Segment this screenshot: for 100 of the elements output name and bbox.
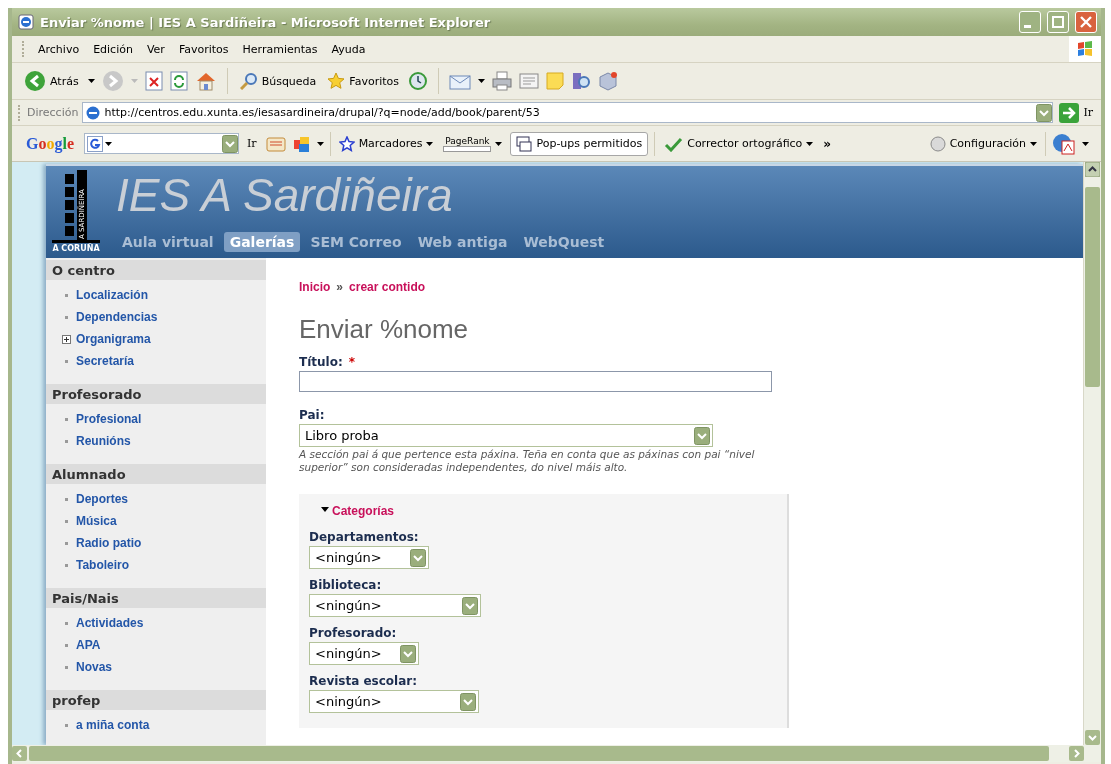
- sidebar-heading: Pais/Nais: [46, 588, 266, 608]
- address-label: Dirección: [27, 106, 79, 119]
- dropdown-caret-icon[interactable]: [1082, 141, 1089, 146]
- menu-item[interactable]: Edición: [86, 40, 140, 58]
- sidebar-link[interactable]: Deportes: [76, 492, 128, 506]
- select-field[interactable]: <ningún>: [309, 594, 481, 617]
- sidebar-link[interactable]: Novas: [76, 660, 113, 674]
- menu-item[interactable]: Favoritos: [171, 40, 236, 58]
- search-button[interactable]: Búsqueda: [237, 70, 319, 92]
- popups-button[interactable]: Pop-ups permitidos: [510, 131, 649, 156]
- bullet-icon: [64, 497, 68, 501]
- sidebar-link[interactable]: Profesional: [76, 412, 142, 426]
- stop-icon[interactable]: [144, 71, 163, 91]
- expand-icon[interactable]: [61, 334, 71, 344]
- field-label: Departamentos:: [309, 530, 420, 544]
- bookmarks-button[interactable]: Marcadores: [336, 133, 436, 154]
- document-icon[interactable]: [519, 71, 539, 91]
- breadcrumb-separator: »: [336, 280, 344, 294]
- bullet-icon: [64, 621, 68, 625]
- sidebar-link[interactable]: a miña conta: [76, 718, 150, 732]
- maximize-icon: [1052, 16, 1064, 28]
- breadcrumb-link[interactable]: Inicio: [299, 280, 331, 294]
- sidebar-link[interactable]: Música: [76, 514, 117, 528]
- dropdown-caret-icon[interactable]: [87, 79, 95, 83]
- bullet-icon: [64, 315, 68, 319]
- maximize-button[interactable]: [1047, 11, 1069, 33]
- go-button[interactable]: Ir: [1057, 102, 1101, 123]
- select-field[interactable]: <ningún>: [309, 642, 419, 665]
- popup-windows-icon: [516, 135, 533, 152]
- history-icon[interactable]: [408, 71, 428, 91]
- favorites-button[interactable]: Favoritos: [325, 70, 401, 92]
- dropdown-caret-icon[interactable]: [426, 141, 434, 146]
- dropdown-caret-icon[interactable]: [478, 79, 485, 83]
- menu-item[interactable]: Ver: [139, 40, 172, 58]
- close-button[interactable]: [1075, 11, 1097, 33]
- scroll-right-icon[interactable]: [1069, 746, 1084, 761]
- go-button[interactable]: Ir: [245, 135, 259, 152]
- pagerank-button[interactable]: PageRank: [441, 133, 505, 154]
- printer-icon[interactable]: [492, 71, 512, 91]
- select-field[interactable]: <ningún>: [309, 690, 479, 713]
- dropdown-caret-icon[interactable]: [1030, 141, 1037, 146]
- dropdown-caret-icon[interactable]: [316, 141, 324, 146]
- g-logo-icon: [87, 135, 103, 152]
- star-icon: [327, 72, 346, 90]
- scroll-up-icon[interactable]: [1085, 162, 1100, 177]
- flag-logo-icon: [1076, 40, 1094, 58]
- title-input[interactable]: [299, 371, 772, 392]
- window-title: Enviar %nome | IES A Sardiñeira - Microsoft Internet Explorer: [40, 14, 492, 30]
- scrollbar-thumb[interactable]: [29, 746, 1049, 761]
- sidebar-link[interactable]: Reunións: [76, 434, 131, 448]
- dropdown-button-icon[interactable]: [1036, 103, 1053, 122]
- scrollbar-thumb[interactable]: [1085, 187, 1100, 387]
- sidebar-link[interactable]: Actividades: [76, 616, 144, 630]
- scroll-left-icon[interactable]: [12, 746, 27, 761]
- dropdown-caret-icon[interactable]: [105, 141, 112, 146]
- sidebar-heading: profep: [46, 690, 266, 710]
- menu-item[interactable]: Archivo: [31, 40, 87, 58]
- back-button[interactable]: Atrás: [22, 68, 81, 94]
- field-label: Biblioteca:: [309, 578, 383, 592]
- sidebar-heading: O centro: [46, 260, 266, 280]
- menu-item[interactable]: Herramientas: [235, 40, 325, 58]
- sidebar-heading: Alumnado: [46, 464, 266, 484]
- categories-toggle[interactable]: Categorías: [321, 502, 395, 520]
- scroll-down-icon[interactable]: [1085, 730, 1100, 745]
- dropdown-caret-icon[interactable]: [495, 141, 503, 146]
- more-button[interactable]: »: [821, 134, 834, 153]
- close-icon: [1080, 16, 1092, 28]
- field-label: Pai:: [299, 408, 326, 422]
- globe-pdf-icon[interactable]: [1052, 132, 1076, 155]
- page-title: Enviar %nome: [299, 314, 470, 345]
- sidebar-link[interactable]: Taboleiro: [76, 558, 130, 572]
- breadcrumb-link[interactable]: crear contido: [349, 280, 426, 294]
- search-field[interactable]: [84, 133, 239, 154]
- sidebar-link[interactable]: Localización: [76, 288, 149, 302]
- spell-check-button[interactable]: Corrector ortográfico: [661, 133, 816, 154]
- sidebar-link[interactable]: Dependencias: [76, 310, 158, 324]
- minimize-button[interactable]: [1019, 11, 1041, 33]
- sidebar-link[interactable]: APA: [76, 638, 101, 652]
- sidebar-link[interactable]: Radio patio: [76, 536, 142, 550]
- field-label: Revista escolar:: [309, 674, 419, 688]
- field-label: Profesorado:: [309, 626, 398, 640]
- dropdown-caret-icon[interactable]: [806, 141, 814, 146]
- menu-item[interactable]: Ayuda: [324, 40, 373, 58]
- mail-icon[interactable]: [449, 72, 471, 90]
- radio-icon: [929, 135, 946, 152]
- dropdown-button-icon[interactable]: [222, 134, 238, 153]
- cube-icon[interactable]: [598, 71, 618, 91]
- sidebar-link[interactable]: Organigrama: [76, 332, 151, 346]
- refresh-icon[interactable]: [169, 71, 188, 91]
- news-icon[interactable]: [264, 134, 287, 153]
- select-field[interactable]: Libro proba: [299, 424, 713, 447]
- minimize-icon: [1024, 24, 1031, 28]
- bullet-icon: [64, 293, 68, 297]
- select-field[interactable]: <ningún>: [309, 546, 429, 569]
- address-field[interactable]: http://centros.edu.xunta.es/iesasardineira/drupal/?q=node/add/book/parent/53: [82, 102, 1054, 123]
- settings-button[interactable]: Configuración: [927, 133, 1039, 154]
- sidebar-link[interactable]: Secretaría: [76, 354, 135, 368]
- puzzle-icon[interactable]: [292, 134, 311, 153]
- field-description: A sección pai á que pertence esta páxina. Teña en conta que as páxinas con pai “nivel superior” son consideradas independentes, do nivel máis alto.: [299, 448, 756, 474]
- bullet-icon: [64, 359, 68, 363]
